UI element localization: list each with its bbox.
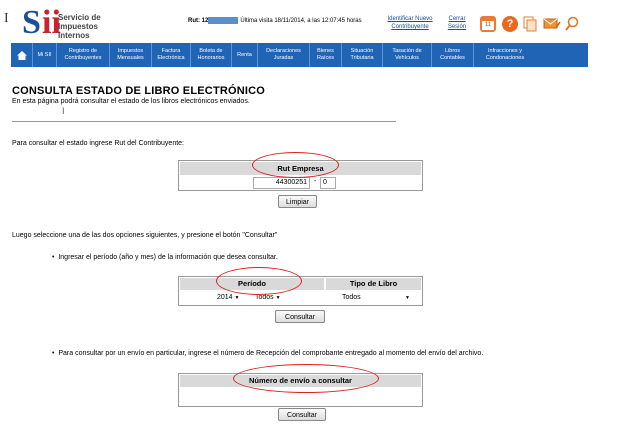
documents-icon[interactable]: [522, 16, 538, 32]
last-visit: Última visita 18/11/2014, a las 12:07:45…: [240, 18, 362, 25]
book-type-header: Tipo de Libro: [326, 278, 421, 290]
nav-item-tasacion[interactable]: Tasación de Vehículos: [383, 43, 432, 67]
help-icon[interactable]: ?: [502, 16, 518, 32]
month-value: Todos: [255, 294, 274, 301]
page-subtitle: En esta página podrá consultar el estado…: [12, 98, 250, 105]
main-navigation: Mi SII Registro de Contribuyentes Impues…: [11, 43, 588, 67]
text-cursor-icon-2: I: [62, 106, 65, 116]
year-select[interactable]: 2014 ▼: [217, 293, 249, 303]
home-icon: [16, 50, 27, 60]
chevron-down-icon: ▼: [275, 295, 281, 301]
nav-item-situacion[interactable]: Situación Tributaria: [342, 43, 383, 67]
nav-item-renta[interactable]: Renta: [232, 43, 258, 67]
rut-dash: -: [314, 178, 317, 185]
annotation-oval-envio: [233, 364, 379, 393]
nav-item-registro[interactable]: Registro de Contribuyentes: [57, 43, 110, 67]
calendar-day: 11: [482, 21, 494, 30]
options-prompt: Luego seleccione una de las dos opciones…: [12, 232, 278, 239]
clear-button[interactable]: Limpiar: [278, 195, 317, 208]
divider: [12, 121, 396, 122]
annotation-oval-rut: [252, 152, 339, 178]
rut-label: Rut: 12: [188, 18, 209, 25]
nav-item-mi-sii[interactable]: Mi SII: [33, 43, 57, 67]
session-info: Rut: 12 Última visita 18/11/2014, a las 1…: [188, 17, 362, 24]
annotation-oval-period: [216, 267, 302, 295]
calendar-icon[interactable]: 11: [480, 16, 496, 32]
rut-prompt: Para consultar el estado ingrese Rut del…: [12, 140, 184, 147]
mail-icon[interactable]: [543, 16, 561, 32]
nav-item-bienes[interactable]: Bienes Raíces: [310, 43, 342, 67]
option1-label: Ingresar el período (año y mes) de la in…: [58, 254, 278, 261]
logo-s[interactable]: S: [22, 6, 41, 40]
nav-item-boleta[interactable]: Boleta de Honorarios: [191, 43, 232, 67]
consult-button[interactable]: Consultar: [275, 310, 325, 323]
nav-item-infracciones[interactable]: Infracciones y Condonaciones: [474, 43, 536, 67]
option2-label: Para consultar por un envío en particula…: [58, 350, 484, 357]
nav-home-button[interactable]: [11, 43, 33, 67]
nav-item-factura[interactable]: Factura Electrónica: [152, 43, 191, 67]
search-icon[interactable]: [564, 16, 580, 32]
consult-button-2[interactable]: Consultar: [278, 408, 326, 421]
text-cursor-icon: I: [4, 11, 9, 26]
rut-input[interactable]: 44300251: [253, 177, 310, 189]
dv-input[interactable]: 0: [320, 177, 336, 189]
logout-link[interactable]: Cerrar Sesión: [444, 15, 470, 31]
nav-item-impuestos[interactable]: Impuestos Mensuales: [110, 43, 152, 67]
chevron-down-icon: ▼: [234, 295, 240, 301]
book-type-select[interactable]: Todos ▼: [342, 293, 410, 303]
option2-text: • Para consultar por un envío en particu…: [52, 350, 484, 357]
page-title: CONSULTA ESTADO DE LIBRO ELECTRÓNICO: [12, 85, 266, 97]
logo-text: Servicio de Impuestos Internos: [58, 13, 101, 40]
identify-contributor-link[interactable]: Identificar Nuevo Contribuyente: [384, 15, 436, 31]
year-value: 2014: [217, 294, 233, 301]
site-header: I S ii Servicio de Impuestos Internos Ru…: [0, 0, 623, 42]
nav-item-libros[interactable]: Libros Contables: [432, 43, 474, 67]
chevron-down-icon: ▼: [405, 295, 410, 301]
rut-redaction: [208, 17, 239, 24]
nav-item-declaraciones[interactable]: Declaraciones Juradas: [258, 43, 310, 67]
book-type-value: Todos: [342, 294, 361, 301]
option1-text: • Ingresar el período (año y mes) de la …: [52, 254, 278, 261]
